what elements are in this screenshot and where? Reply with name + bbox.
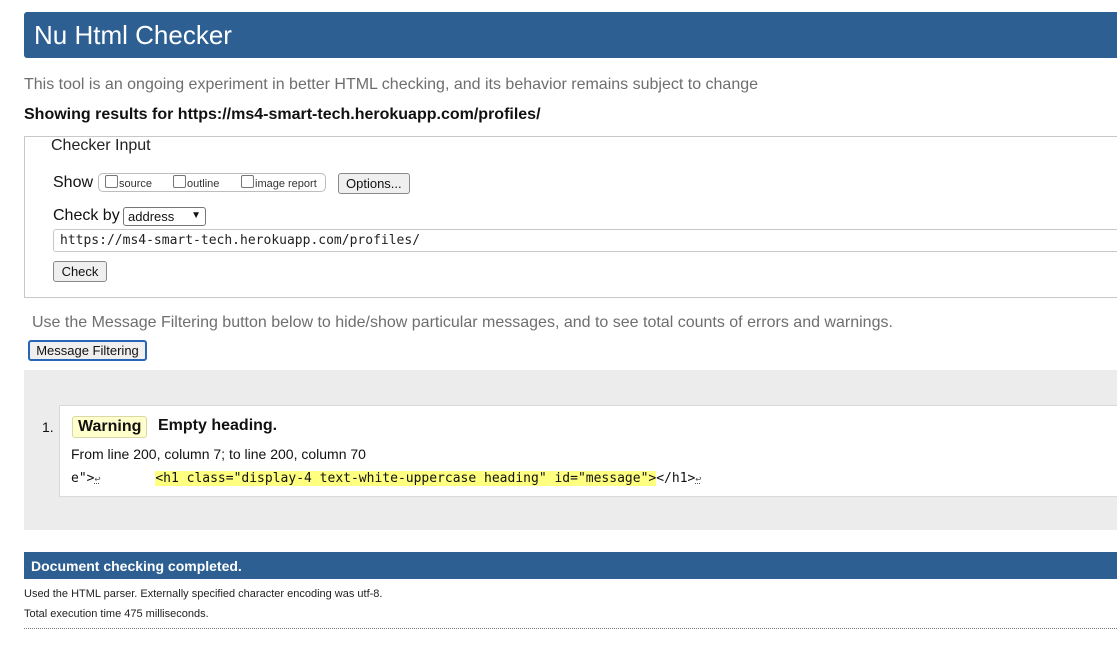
checker-input-fieldset: Checker Input Show source outline image … <box>24 136 1117 298</box>
page-title: Nu Html Checker <box>34 20 232 50</box>
outline-option-label: outline <box>187 178 220 190</box>
checker-page: Nu Html Checker This tool is an ongoing … <box>0 0 1117 669</box>
intro-text: This tool is an ongoing experiment in be… <box>24 76 759 93</box>
check-by-selected-value: address <box>128 209 175 224</box>
show-label: Show <box>53 174 94 191</box>
check-by-select[interactable]: address ▼ <box>123 207 206 226</box>
extract-before: e"> <box>71 471 95 486</box>
linefeed-icon: ↩ <box>695 474 702 485</box>
image-report-checkbox[interactable] <box>241 175 254 188</box>
message-filtering-note: Use the Message Filtering button below t… <box>32 314 893 331</box>
show-image-report-option[interactable]: image report <box>241 175 317 190</box>
bottom-divider <box>24 628 1117 629</box>
linefeed-icon: ↩ <box>94 474 101 485</box>
check-button[interactable]: Check <box>53 261 107 282</box>
show-options-group: source outline image report <box>98 173 326 192</box>
title-bar: Nu Html Checker <box>24 12 1117 58</box>
extract-highlight: <h1 class="display-4 text-white-uppercas… <box>155 471 657 486</box>
parser-note: Used the HTML parser. Externally specifi… <box>24 588 383 600</box>
show-source-option[interactable]: source <box>105 175 152 190</box>
message-item: Warning Empty heading. From line 200, co… <box>59 405 1117 497</box>
check-by-label: Check by <box>53 207 120 224</box>
source-option-label: source <box>119 178 153 190</box>
checking-completed-bar: Document checking completed. <box>24 552 1117 579</box>
outline-checkbox[interactable] <box>173 175 186 188</box>
message-number: 1. <box>42 419 54 435</box>
showing-results-heading: Showing results for https://ms4-smart-te… <box>24 106 541 123</box>
message-filtering-button[interactable]: Message Filtering <box>28 340 147 361</box>
warning-badge: Warning <box>72 416 148 438</box>
show-outline-option[interactable]: outline <box>173 175 219 190</box>
code-extract: e">↩ <h1 class="display-4 text-white-upp… <box>71 471 701 486</box>
chevron-down-icon: ▼ <box>191 210 201 221</box>
image-report-option-label: image report <box>255 178 317 190</box>
results-panel: 1. Warning Empty heading. From line 200,… <box>24 370 1117 530</box>
source-checkbox[interactable] <box>105 175 118 188</box>
url-input[interactable]: https://ms4-smart-tech.herokuapp.com/pro… <box>53 229 1117 252</box>
execution-time-note: Total execution time 475 milliseconds. <box>24 608 209 620</box>
extract-after: </h1> <box>656 471 696 486</box>
message-location: From line 200, column 7; to line 200, co… <box>71 446 366 462</box>
options-button[interactable]: Options... <box>338 173 410 194</box>
checker-input-legend: Checker Input <box>47 137 155 155</box>
message-text: Empty heading. <box>158 417 278 434</box>
